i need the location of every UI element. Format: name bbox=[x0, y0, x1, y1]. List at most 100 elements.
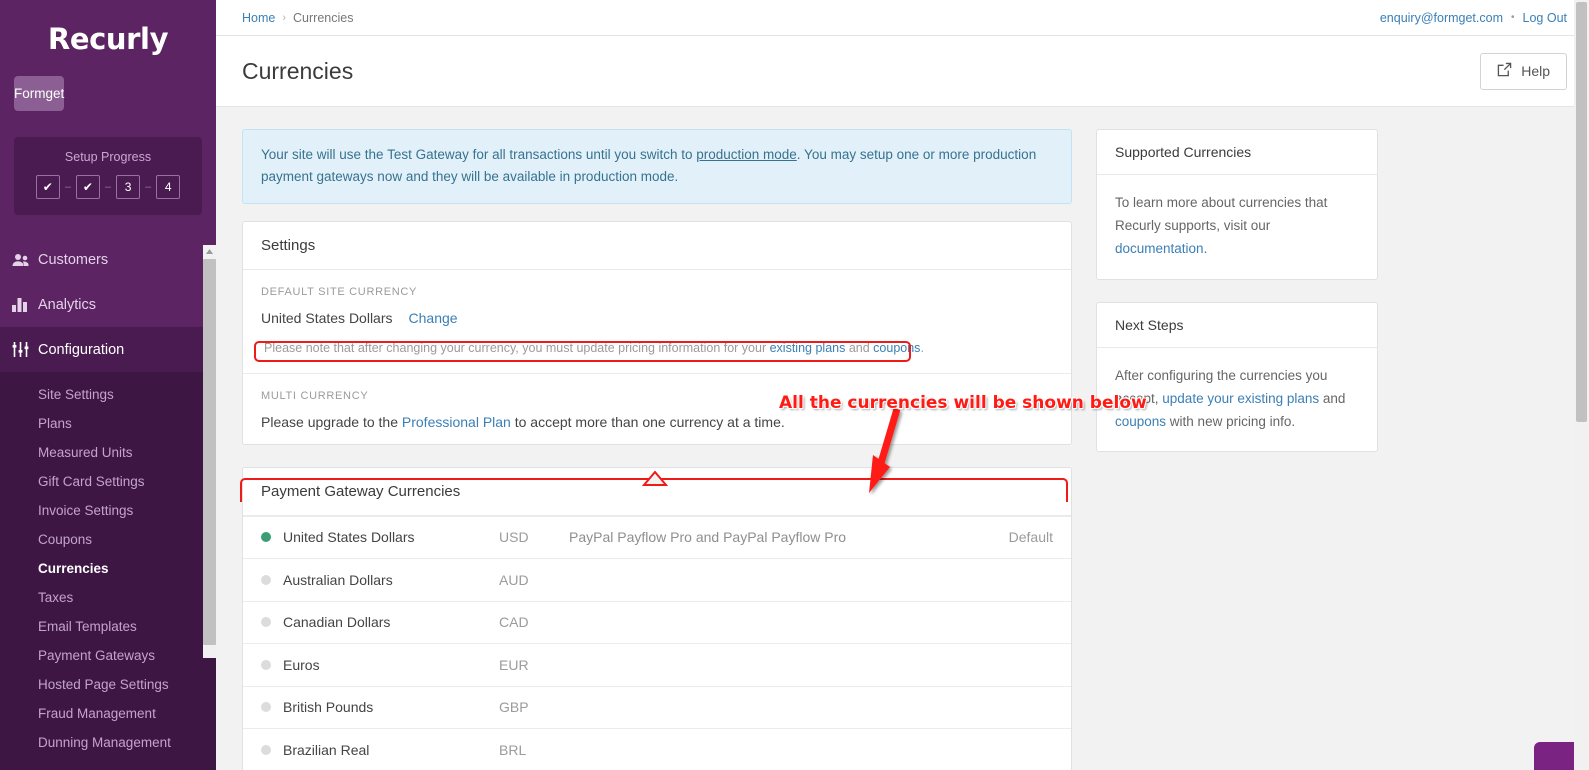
configuration-subnav: Site Settings Plans Measured Units Gift … bbox=[0, 372, 216, 770]
breadcrumb-home[interactable]: Home bbox=[242, 11, 275, 25]
brand: Recurly bbox=[0, 0, 216, 70]
change-currency-link[interactable]: Change bbox=[409, 310, 458, 326]
status-dot-disabled-icon bbox=[261, 659, 271, 670]
recurly-logo: Recurly bbox=[47, 22, 169, 56]
currency-change-hint: Please note that after changing your cur… bbox=[261, 337, 1053, 359]
sidebar-item-gift-card-settings[interactable]: Gift Card Settings bbox=[0, 467, 216, 496]
page-scrollbar-thumb[interactable] bbox=[1576, 2, 1587, 422]
sidebar-item-measured-units[interactable]: Measured Units bbox=[0, 438, 216, 467]
chevron-right-icon: › bbox=[282, 11, 287, 24]
sidebar-item-fraud-management[interactable]: Fraud Management bbox=[0, 699, 216, 728]
page-title: Currencies bbox=[242, 57, 354, 84]
sliders-icon bbox=[12, 342, 38, 357]
sidebar-scrollbar-thumb[interactable] bbox=[203, 259, 216, 645]
multi-currency-text: Please upgrade to the Professional Plan … bbox=[261, 414, 1053, 430]
sidebar-item-hosted-page-settings[interactable]: Hosted Page Settings bbox=[0, 670, 216, 699]
progress-step-4[interactable]: 4 bbox=[156, 175, 181, 199]
sidebar-item-invoice-settings[interactable]: Invoice Settings bbox=[0, 496, 216, 525]
progress-step-2[interactable]: ✔ bbox=[75, 175, 100, 199]
step-dash: – bbox=[145, 181, 152, 193]
currency-default-badge: Default bbox=[1008, 529, 1053, 546]
currency-code: BRL bbox=[499, 741, 527, 758]
currency-code: AUD bbox=[499, 571, 529, 588]
sidebar-item-configuration[interactable]: Configuration bbox=[0, 327, 216, 372]
settings-panel: Settings DEFAULT SITE CURRENCY United St… bbox=[242, 220, 1072, 445]
next-steps-text-mid: and bbox=[1319, 390, 1346, 406]
supported-text-2: . bbox=[1203, 241, 1208, 257]
left-column: Your site will use the Test Gateway for … bbox=[242, 129, 1072, 770]
status-dot-disabled-icon bbox=[261, 617, 271, 628]
right-column: Supported Currencies To learn more about… bbox=[1096, 129, 1378, 770]
table-row[interactable]: Brazilian Real BRL bbox=[243, 728, 1071, 770]
documentation-link[interactable]: documentation bbox=[1115, 241, 1204, 256]
currency-name: Australian Dollars bbox=[283, 571, 393, 588]
hint-text-end: . bbox=[920, 340, 924, 355]
test-gateway-notice: Your site will use the Test Gateway for … bbox=[242, 129, 1072, 204]
scroll-up-arrow-icon[interactable] bbox=[203, 245, 216, 258]
currency-name: Brazilian Real bbox=[283, 741, 370, 758]
professional-plan-link[interactable]: Professional Plan bbox=[402, 414, 511, 430]
primary-nav: Customers Analytics Configuration bbox=[0, 237, 216, 372]
sidebar-item-payment-gateways[interactable]: Payment Gateways bbox=[0, 641, 216, 670]
multi-text-2: to accept more than one currency at a ti… bbox=[510, 413, 785, 430]
sidebar-item-dunning-management[interactable]: Dunning Management bbox=[0, 728, 216, 757]
notice-text-1: Your site will use the Test Gateway for … bbox=[261, 147, 697, 162]
sidebar-item-taxes[interactable]: Taxes bbox=[0, 583, 216, 612]
sidebar-item-site-settings[interactable]: Site Settings bbox=[0, 380, 216, 409]
coupons-link[interactable]: coupons bbox=[1115, 414, 1166, 429]
bar-chart-icon bbox=[12, 297, 38, 312]
breadcrumb-current: Currencies bbox=[293, 10, 354, 25]
sidebar-scrollbar[interactable] bbox=[203, 245, 216, 658]
setup-progress-card: Setup Progress ✔ – ✔ – 3 – 4 bbox=[14, 137, 202, 215]
sidebar-item-coupons[interactable]: Coupons bbox=[0, 525, 216, 554]
table-row[interactable]: Canadian Dollars CAD bbox=[243, 600, 1071, 644]
help-button-label: Help bbox=[1521, 63, 1550, 79]
currency-code: CAD bbox=[499, 614, 529, 631]
currency-code: USD bbox=[499, 529, 529, 546]
progress-step-1[interactable]: ✔ bbox=[35, 175, 60, 199]
update-existing-plans-link[interactable]: update your existing plans bbox=[1162, 391, 1319, 406]
hint-text-mid: and bbox=[845, 340, 874, 355]
currency-code: GBP bbox=[499, 699, 529, 716]
currency-name: Euros bbox=[283, 656, 320, 673]
page-scrollbar[interactable] bbox=[1574, 0, 1589, 770]
next-steps-title: Next Steps bbox=[1097, 303, 1377, 348]
sidebar-item-label: Customers bbox=[38, 251, 109, 268]
sidebar-item-email-templates[interactable]: Email Templates bbox=[0, 612, 216, 641]
user-email-link[interactable]: enquiry@formget.com bbox=[1380, 11, 1503, 25]
help-button[interactable]: Help bbox=[1480, 52, 1567, 90]
sidebar-item-plans[interactable]: Plans bbox=[0, 409, 216, 438]
production-mode-link[interactable]: production mode bbox=[696, 147, 797, 162]
default-currency-label: DEFAULT SITE CURRENCY bbox=[261, 285, 418, 298]
account-button[interactable]: Formget bbox=[14, 76, 65, 111]
separator-dot: • bbox=[1511, 12, 1515, 23]
supported-currencies-title: Supported Currencies bbox=[1097, 130, 1377, 175]
logout-link[interactable]: Log Out bbox=[1523, 11, 1567, 25]
recurly-app: Recurly Formget Setup Progress ✔ – ✔ – 3… bbox=[0, 0, 1589, 770]
progress-step-3[interactable]: 3 bbox=[116, 175, 141, 199]
table-row[interactable]: Australian Dollars AUD bbox=[243, 558, 1071, 601]
table-row[interactable]: Euros EUR bbox=[243, 643, 1071, 686]
default-currency-row: United States Dollars Change bbox=[261, 310, 1053, 326]
existing-plans-link[interactable]: existing plans bbox=[770, 341, 846, 355]
topbar: Home › Currencies enquiry@formget.com • … bbox=[216, 0, 1589, 36]
step-dash: – bbox=[64, 181, 71, 193]
sidebar-item-customers[interactable]: Customers bbox=[0, 237, 216, 282]
coupons-link[interactable]: coupons bbox=[873, 341, 920, 355]
sidebar-item-label: Configuration bbox=[38, 341, 125, 358]
default-site-currency-section: DEFAULT SITE CURRENCY United States Doll… bbox=[243, 270, 1071, 373]
supported-currencies-panel: Supported Currencies To learn more about… bbox=[1096, 129, 1378, 280]
main-area: Home › Currencies enquiry@formget.com • … bbox=[216, 0, 1589, 770]
setup-progress-steps: ✔ – ✔ – 3 – 4 bbox=[24, 175, 192, 199]
table-row[interactable]: British Pounds GBP bbox=[243, 685, 1071, 729]
step-dash: – bbox=[104, 181, 112, 193]
page-content: Your site will use the Test Gateway for … bbox=[216, 107, 1589, 770]
next-steps-panel: Next Steps After configuring the currenc… bbox=[1096, 301, 1378, 453]
gateway-panel-title: Payment Gateway Currencies bbox=[243, 468, 1071, 516]
currency-name: United States Dollars bbox=[283, 529, 415, 546]
sidebar-item-currencies[interactable]: Currencies bbox=[0, 554, 216, 583]
table-row[interactable]: United States Dollars USD PayPal Payflow… bbox=[243, 515, 1071, 559]
currency-code: EUR bbox=[499, 656, 529, 673]
hint-text-1: Please note that after changing your cur… bbox=[264, 340, 770, 355]
sidebar-item-analytics[interactable]: Analytics bbox=[0, 282, 216, 327]
